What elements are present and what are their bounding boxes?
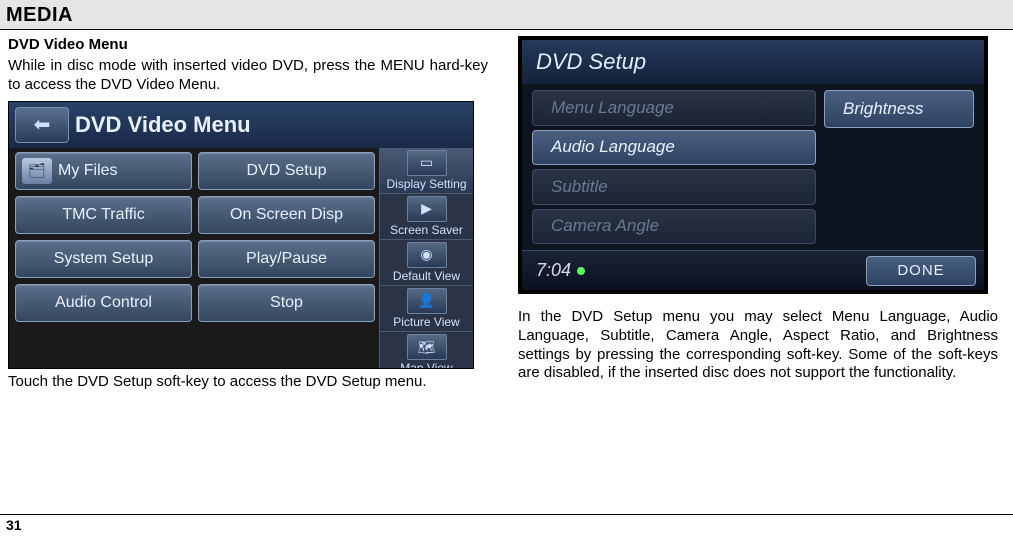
screen-saver-item[interactable]: ▶ Screen Saver (380, 194, 473, 240)
dvd-setup-paragraph: In the DVD Setup menu you may select Men… (518, 308, 998, 383)
page-content: DVD Video Menu While in disc mode with i… (0, 30, 1013, 397)
screen-saver-label: Screen Saver (390, 224, 463, 237)
display-setting-label: Display Setting (386, 178, 466, 191)
page-footer: 31 (0, 514, 1013, 533)
on-screen-disp-button[interactable]: On Screen Disp (198, 196, 375, 234)
stop-button[interactable]: Stop (198, 284, 375, 322)
audio-language-item[interactable]: Audio Language (532, 130, 816, 166)
figure1-body: 🗂 My Files DVD Setup TMC Traffic On Scre… (9, 148, 473, 368)
figure2-title: DVD Setup (536, 49, 646, 75)
camera-angle-item: Camera Angle (532, 209, 816, 245)
picture-view-icon: 👤 (407, 288, 447, 314)
back-button[interactable]: ⬅ (15, 107, 69, 143)
subtitle-item: Subtitle (532, 169, 816, 205)
default-view-label: Default View (393, 270, 460, 283)
files-icon: 🗂 (22, 158, 52, 184)
figure2-statusbar: 7:04 DONE (522, 250, 984, 290)
dvd-setup-label: DVD Setup (246, 162, 326, 180)
figure2-body: Menu Language Audio Language Subtitle Ca… (522, 84, 984, 250)
display-setting-icon: ▭ (407, 150, 447, 176)
dvd-video-menu-heading: DVD Video Menu (8, 36, 488, 53)
figure2-left-list: Menu Language Audio Language Subtitle Ca… (532, 90, 816, 244)
section-title: MEDIA (6, 4, 1007, 27)
display-setting-item[interactable]: ▭ Display Setting (380, 148, 473, 194)
back-arrow-icon: ⬅ (34, 112, 51, 137)
play-pause-button[interactable]: Play/Pause (198, 240, 375, 278)
system-setup-label: System Setup (54, 250, 154, 268)
map-view-item[interactable]: 🗺 Map View (380, 332, 473, 368)
default-view-item[interactable]: ◉ Default View (380, 240, 473, 286)
audio-control-label: Audio Control (55, 294, 152, 312)
clock-value: 7:04 (536, 260, 571, 281)
system-setup-button[interactable]: System Setup (15, 240, 192, 278)
picture-view-item[interactable]: 👤 Picture View (380, 286, 473, 332)
my-files-label: My Files (58, 162, 118, 180)
done-label: DONE (897, 262, 944, 279)
dvd-setup-button[interactable]: DVD Setup (198, 152, 375, 190)
screen-saver-icon: ▶ (407, 196, 447, 222)
dvd-setup-figure: DVD Setup Menu Language Audio Language S… (518, 36, 988, 294)
figure1-sidebar: ▭ Display Setting ▶ Screen Saver ◉ Defau… (379, 148, 473, 368)
left-column: DVD Video Menu While in disc mode with i… (8, 36, 488, 397)
figure1-button-grid: 🗂 My Files DVD Setup TMC Traffic On Scre… (9, 148, 379, 368)
figure2-right-list: Brightness (824, 90, 974, 244)
subtitle-label: Subtitle (551, 177, 608, 197)
section-header: MEDIA (0, 0, 1013, 30)
play-pause-label: Play/Pause (246, 250, 327, 268)
menu-language-label: Menu Language (551, 98, 674, 118)
done-button[interactable]: DONE (866, 256, 976, 286)
camera-angle-label: Camera Angle (551, 216, 659, 236)
status-dot-icon (577, 267, 585, 275)
my-files-button[interactable]: 🗂 My Files (15, 152, 192, 190)
dvd-video-menu-intro: While in disc mode with inserted video D… (8, 57, 488, 95)
brightness-label: Brightness (843, 99, 923, 119)
clock-display: 7:04 (536, 260, 585, 281)
dvd-video-menu-figure: ⬅ DVD Video Menu 🗂 My Files DVD Setup TM… (8, 101, 474, 369)
figure1-titlebar: ⬅ DVD Video Menu (9, 102, 473, 148)
right-column: DVD Setup Menu Language Audio Language S… (518, 36, 998, 397)
figure1-title: DVD Video Menu (75, 112, 473, 138)
tmc-traffic-label: TMC Traffic (62, 206, 144, 224)
page-number: 31 (6, 517, 22, 533)
audio-language-label: Audio Language (551, 137, 675, 157)
on-screen-disp-label: On Screen Disp (230, 206, 343, 224)
figure2-titlebar: DVD Setup (522, 40, 984, 84)
menu-language-item: Menu Language (532, 90, 816, 126)
dvd-video-menu-caption: Touch the DVD Setup soft-key to access t… (8, 373, 488, 392)
default-view-icon: ◉ (407, 242, 447, 268)
picture-view-label: Picture View (393, 316, 459, 329)
tmc-traffic-button[interactable]: TMC Traffic (15, 196, 192, 234)
audio-control-button[interactable]: Audio Control (15, 284, 192, 322)
map-view-label: Map View (400, 362, 452, 368)
stop-label: Stop (270, 294, 303, 312)
map-view-icon: 🗺 (407, 334, 447, 360)
brightness-item[interactable]: Brightness (824, 90, 974, 128)
